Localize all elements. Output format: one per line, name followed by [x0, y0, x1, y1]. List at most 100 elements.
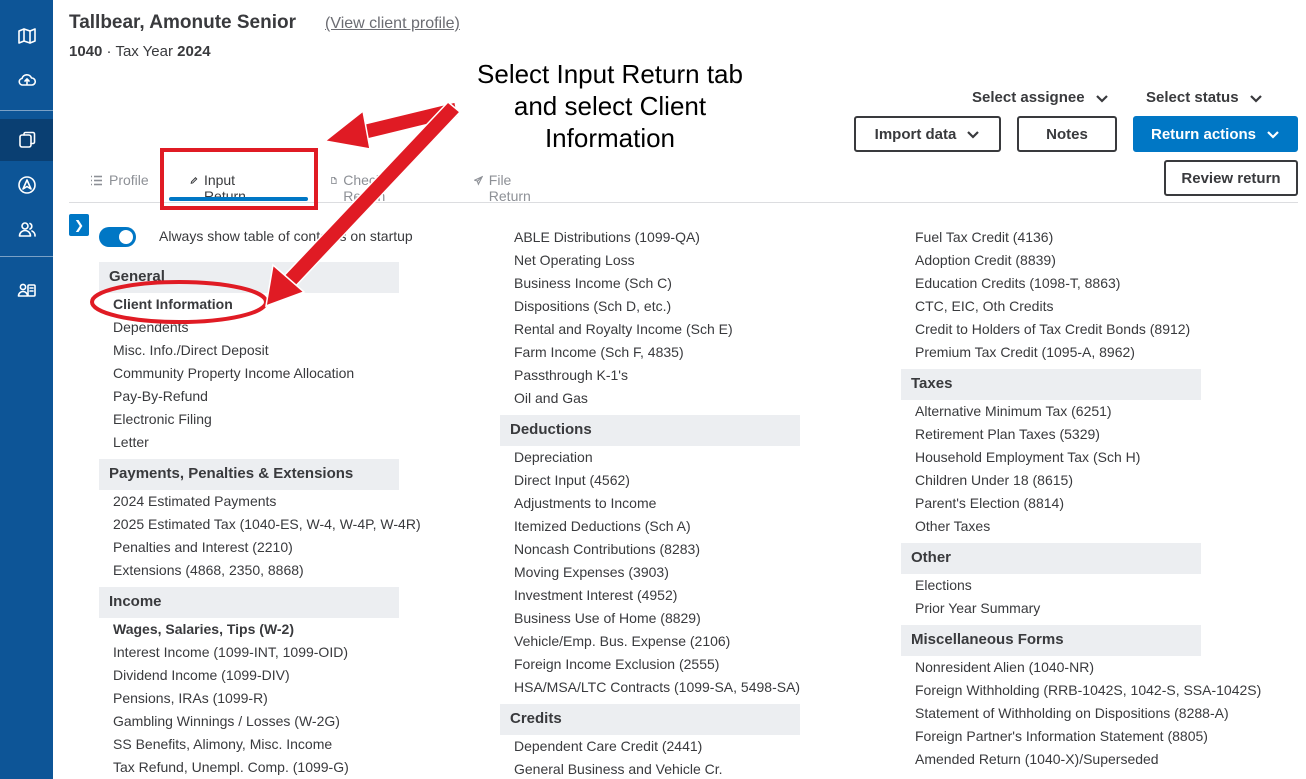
toc-item[interactable]: Elections	[901, 574, 1261, 597]
review-return-button[interactable]: Review return	[1164, 160, 1298, 196]
team-icon[interactable]	[0, 270, 53, 310]
toc-item[interactable]: ABLE Distributions (1099-QA)	[500, 226, 800, 249]
toc-item[interactable]: Dispositions (Sch D, etc.)	[500, 295, 800, 318]
section-header-income: Income	[99, 587, 399, 618]
toc-item[interactable]: Parent's Election (8814)	[901, 492, 1261, 515]
toc-item[interactable]: Statement of Withholding on Dispositions…	[901, 702, 1261, 725]
pencil-icon	[190, 177, 198, 184]
toc-item[interactable]: Farm Income (Sch F, 4835)	[500, 341, 800, 364]
return-subtitle: 1040 · Tax Year 2024	[69, 43, 211, 60]
return-actions-button[interactable]: Return actions	[1133, 116, 1298, 152]
toc-column-left: General Client Information Dependents Mi…	[99, 262, 421, 779]
toc-item[interactable]: Foreign Income Exclusion (2555)	[500, 653, 800, 676]
toc-item[interactable]: Other Taxes	[901, 515, 1261, 538]
toc-item[interactable]: Direct Input (4562)	[500, 469, 800, 492]
notes-label: Notes	[1046, 125, 1088, 143]
toc-item[interactable]: Premium Tax Credit (1095-A, 8962)	[901, 341, 1261, 364]
toc-item[interactable]: Electronic Filing	[99, 408, 421, 431]
tabs-divider	[69, 202, 1298, 203]
section-header-taxes: Taxes	[901, 369, 1201, 400]
toc-item[interactable]: Letter	[99, 431, 421, 454]
toc-item[interactable]: Noncash Contributions (8283)	[500, 538, 800, 561]
toc-item[interactable]: Prior Year Summary	[901, 597, 1261, 620]
toc-item[interactable]: Oil and Gas	[500, 387, 800, 410]
toc-item[interactable]: Household Employment Tax (Sch H)	[901, 446, 1261, 469]
toc-item[interactable]: Business Use of Home (8829)	[500, 607, 800, 630]
select-status-label: Select status	[1146, 89, 1239, 106]
toc-item[interactable]: Net Operating Loss	[500, 249, 800, 272]
toc-item[interactable]: Retirement Plan Taxes (5329)	[901, 423, 1261, 446]
toc-item[interactable]: Moving Expenses (3903)	[500, 561, 800, 584]
toc-item[interactable]: Children Under 18 (8615)	[901, 469, 1261, 492]
toc-item[interactable]: Community Property Income Allocation	[99, 362, 421, 385]
section-header-general: General	[99, 262, 399, 293]
toc-item[interactable]: Dependents	[99, 316, 421, 339]
tab-check-return-label: Check Return	[343, 172, 386, 204]
toc-item[interactable]: Extensions (4868, 2350, 8868)	[99, 559, 421, 582]
toc-item[interactable]: Nonresident Alien (1040-NR)	[901, 656, 1261, 679]
tax-year-label: · Tax Year	[106, 43, 173, 60]
toc-item[interactable]: Investment Interest (4952)	[500, 584, 800, 607]
select-assignee-label: Select assignee	[972, 89, 1085, 106]
toc-item[interactable]: Wages, Salaries, Tips (W-2)	[99, 618, 421, 641]
active-tab-indicator	[169, 197, 308, 201]
compass-icon[interactable]	[0, 165, 53, 205]
section-header-payments: Payments, Penalties & Extensions	[99, 459, 399, 490]
select-status-dropdown[interactable]: Select status	[1146, 89, 1263, 106]
toc-item-client-information[interactable]: Client Information	[99, 293, 421, 316]
chevron-down-icon	[967, 131, 980, 139]
toc-item[interactable]: Misc. Info./Direct Deposit	[99, 339, 421, 362]
toc-item[interactable]: Depreciation	[500, 446, 800, 469]
toc-item[interactable]: Amended Return (1040-X)/Superseded	[901, 748, 1261, 771]
toc-item[interactable]: Foreign Partner's Information Statement …	[901, 725, 1261, 748]
toc-item[interactable]: Credit to Holders of Tax Credit Bonds (8…	[901, 318, 1261, 341]
toc-item[interactable]: Tax Refund, Unempl. Comp. (1099-G)	[99, 756, 421, 779]
toc-item[interactable]: Vehicle/Emp. Bus. Expense (2106)	[500, 630, 800, 653]
view-client-profile-link[interactable]: (View client profile)	[325, 15, 460, 33]
toc-item[interactable]: CTC, EIC, Oth Credits	[901, 295, 1261, 318]
tab-file-return-label: File Return	[488, 172, 531, 204]
toc-item[interactable]: HSA/MSA/LTC Contracts (1099-SA, 5498-SA)	[500, 676, 800, 699]
toc-item[interactable]: Business Income (Sch C)	[500, 272, 800, 295]
left-nav-rail	[0, 0, 53, 779]
import-data-button[interactable]: Import data	[854, 116, 1001, 152]
return-actions-label: Return actions	[1150, 125, 1256, 143]
toc-item[interactable]: Adoption Credit (8839)	[901, 249, 1261, 272]
toc-item[interactable]: Gambling Winnings / Losses (W-2G)	[99, 710, 421, 733]
toc-item[interactable]: Education Credits (1098-T, 8863)	[901, 272, 1261, 295]
toc-item[interactable]: Dependent Care Credit (2441)	[500, 735, 800, 758]
toc-item[interactable]: SS Benefits, Alimony, Misc. Income	[99, 733, 421, 756]
toc-item[interactable]: Alternative Minimum Tax (6251)	[901, 400, 1261, 423]
toc-item[interactable]: Pensions, IRAs (1099-R)	[99, 687, 421, 710]
toc-item[interactable]: General Business and Vehicle Cr.	[500, 758, 800, 779]
section-header-credits: Credits	[500, 704, 800, 735]
tab-file-return[interactable]: File Return	[474, 168, 535, 204]
clients-icon[interactable]	[0, 209, 53, 249]
toc-item[interactable]: Adjustments to Income	[500, 492, 800, 515]
map-icon[interactable]	[0, 16, 53, 56]
toc-item[interactable]: Penalties and Interest (2210)	[99, 536, 421, 559]
toc-item[interactable]: Rental and Royalty Income (Sch E)	[500, 318, 800, 341]
toc-item[interactable]: Passthrough K-1's	[500, 364, 800, 387]
toc-item[interactable]: Fuel Tax Credit (4136)	[901, 226, 1261, 249]
client-name: Tallbear, Amonute Senior	[69, 12, 296, 33]
notes-button[interactable]: Notes	[1017, 116, 1117, 152]
toc-item[interactable]: 2025 Estimated Tax (1040-ES, W-4, W-4P, …	[99, 513, 421, 536]
tab-profile-label: Profile	[109, 172, 149, 188]
toc-item[interactable]: 2024 Estimated Payments	[99, 490, 421, 513]
toc-startup-toggle[interactable]	[99, 227, 136, 247]
cloud-upload-icon[interactable]	[0, 60, 53, 100]
select-assignee-dropdown[interactable]: Select assignee	[972, 89, 1109, 106]
toc-item[interactable]: Dividend Income (1099-DIV)	[99, 664, 421, 687]
toc-item[interactable]: Itemized Deductions (Sch A)	[500, 515, 800, 538]
section-header-other: Other	[901, 543, 1201, 574]
returns-icon[interactable]	[0, 119, 53, 161]
toc-item[interactable]: Foreign Withholding (RRB-1042S, 1042-S, …	[901, 679, 1261, 702]
expand-sidebar-button[interactable]: ❯	[69, 214, 89, 236]
toc-item[interactable]: Interest Income (1099-INT, 1099-OID)	[99, 641, 421, 664]
chevron-down-icon	[1249, 94, 1262, 103]
tab-check-return[interactable]: Check Return	[330, 168, 391, 204]
form-number: 1040	[69, 43, 103, 60]
tab-profile[interactable]: Profile	[90, 168, 149, 202]
toc-item[interactable]: Pay-By-Refund	[99, 385, 421, 408]
